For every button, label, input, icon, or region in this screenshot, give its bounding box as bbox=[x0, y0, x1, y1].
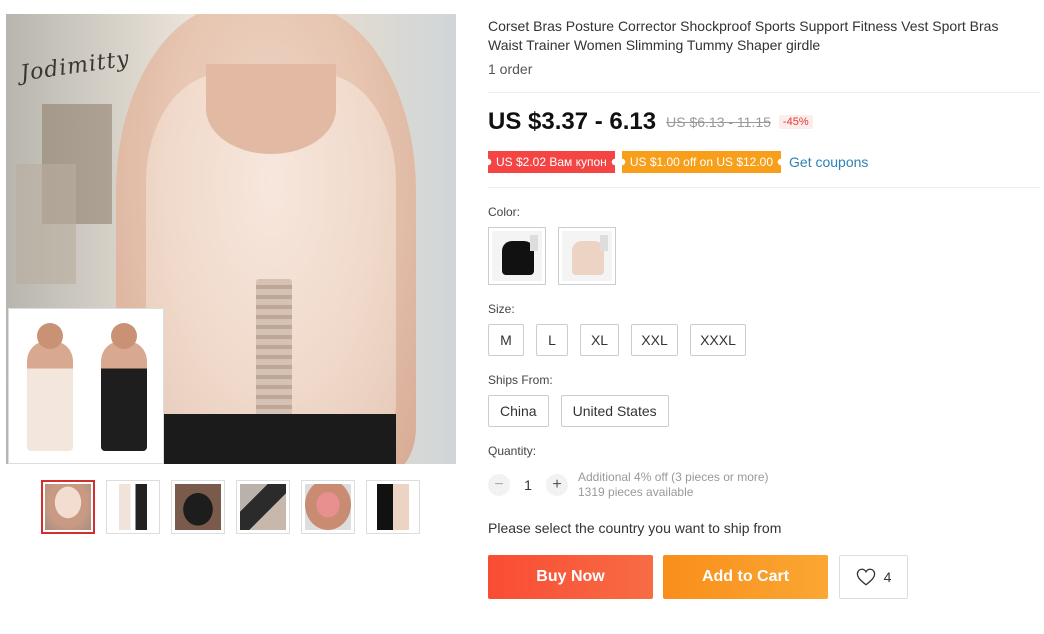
figure-after-head bbox=[111, 323, 137, 349]
quantity-value[interactable]: 1 bbox=[510, 477, 546, 493]
thumbnail-image bbox=[175, 484, 221, 530]
ships-from-label: Ships From: bbox=[488, 373, 553, 387]
original-price: US $6.13 - 11.15 bbox=[666, 114, 771, 130]
thumbnail-2[interactable] bbox=[106, 480, 160, 534]
size-label: Size: bbox=[488, 302, 515, 316]
shipping-message: Please select the country you want to sh… bbox=[488, 520, 782, 536]
size-option-l[interactable]: L bbox=[536, 324, 568, 356]
color-label: Color: bbox=[488, 205, 521, 219]
quantity-stepper: − 1 + Additional 4% off (3 pieces or mor… bbox=[488, 470, 769, 500]
product-title: Corset Bras Posture Corrector Shockproof… bbox=[488, 18, 999, 53]
thumbnail-image bbox=[370, 484, 416, 530]
increase-quantity-button[interactable]: + bbox=[546, 474, 568, 496]
ships-from-china[interactable]: China bbox=[488, 395, 549, 427]
thumbnail-image bbox=[305, 484, 351, 530]
brand-logo: Jodimitty bbox=[18, 46, 132, 87]
quantity-label: Quantity: bbox=[488, 444, 537, 458]
thumbnail-1[interactable] bbox=[41, 480, 95, 534]
posture-comparison-inset bbox=[8, 308, 164, 464]
color-option-nude[interactable] bbox=[558, 227, 616, 285]
model-neckline bbox=[206, 64, 336, 154]
main-product-image[interactable]: Jodimitty bbox=[6, 14, 456, 464]
color-swatch-image bbox=[562, 231, 612, 281]
figure-after bbox=[101, 341, 147, 451]
decrease-quantity-button[interactable]: − bbox=[488, 474, 510, 496]
order-count: 1 order bbox=[488, 61, 533, 77]
heart-icon bbox=[856, 568, 875, 586]
thumbnail-strip bbox=[41, 480, 420, 534]
stock-available-text: 1319 pieces available bbox=[578, 485, 694, 499]
size-option-m[interactable]: M bbox=[488, 324, 524, 356]
thumbnail-image bbox=[110, 484, 156, 530]
background-books bbox=[16, 164, 76, 284]
size-options: M L XL XXL XXXL bbox=[488, 324, 746, 356]
product-tag bbox=[530, 235, 538, 251]
thumbnail-image bbox=[45, 484, 91, 530]
current-price: US $3.37 - 6.13 bbox=[488, 108, 657, 135]
quantity-info: Additional 4% off (3 pieces or more) 131… bbox=[578, 470, 769, 500]
product-details: Corset Bras Posture Corrector Shockproof… bbox=[488, 14, 1036, 77]
ships-from-options: China United States bbox=[488, 395, 669, 427]
figure-before bbox=[27, 341, 73, 451]
discount-badge: -45% bbox=[778, 115, 813, 129]
color-swatch-image bbox=[492, 231, 542, 281]
size-option-xxxl[interactable]: XXXL bbox=[690, 324, 746, 356]
action-buttons: Buy Now Add to Cart 4 bbox=[488, 555, 908, 599]
thumbnail-image bbox=[240, 484, 286, 530]
thumbnail-6[interactable] bbox=[366, 480, 420, 534]
color-options bbox=[488, 227, 616, 285]
size-option-xl[interactable]: XL bbox=[580, 324, 619, 356]
price-row: US $3.37 - 6.13 US $6.13 - 11.15 -45% bbox=[488, 108, 813, 136]
bulk-discount-text: Additional 4% off (3 pieces or more) bbox=[578, 470, 769, 484]
buy-now-button[interactable]: Buy Now bbox=[488, 555, 653, 599]
wishlist-button[interactable]: 4 bbox=[839, 555, 908, 599]
wishlist-count: 4 bbox=[883, 569, 892, 585]
model-pants bbox=[156, 414, 396, 464]
divider bbox=[488, 187, 1040, 188]
get-coupons-link[interactable]: Get coupons bbox=[789, 154, 868, 170]
thumbnail-5[interactable] bbox=[301, 480, 355, 534]
product-tag bbox=[600, 235, 608, 251]
add-to-cart-button[interactable]: Add to Cart bbox=[663, 555, 828, 599]
size-option-xxl[interactable]: XXL bbox=[631, 324, 678, 356]
coupon-row: US $2.02 Вам купон US $1.00 off on US $1… bbox=[488, 151, 868, 173]
corset-hooks bbox=[256, 279, 292, 429]
store-coupon[interactable]: US $2.02 Вам купон bbox=[488, 151, 615, 173]
thumbnail-3[interactable] bbox=[171, 480, 225, 534]
ships-from-united-states[interactable]: United States bbox=[560, 395, 669, 427]
color-option-black[interactable] bbox=[488, 227, 546, 285]
figure-before-head bbox=[37, 323, 63, 349]
select-coupon[interactable]: US $1.00 off on US $12.00 bbox=[622, 151, 781, 173]
divider bbox=[488, 92, 1040, 93]
thumbnail-4[interactable] bbox=[236, 480, 290, 534]
